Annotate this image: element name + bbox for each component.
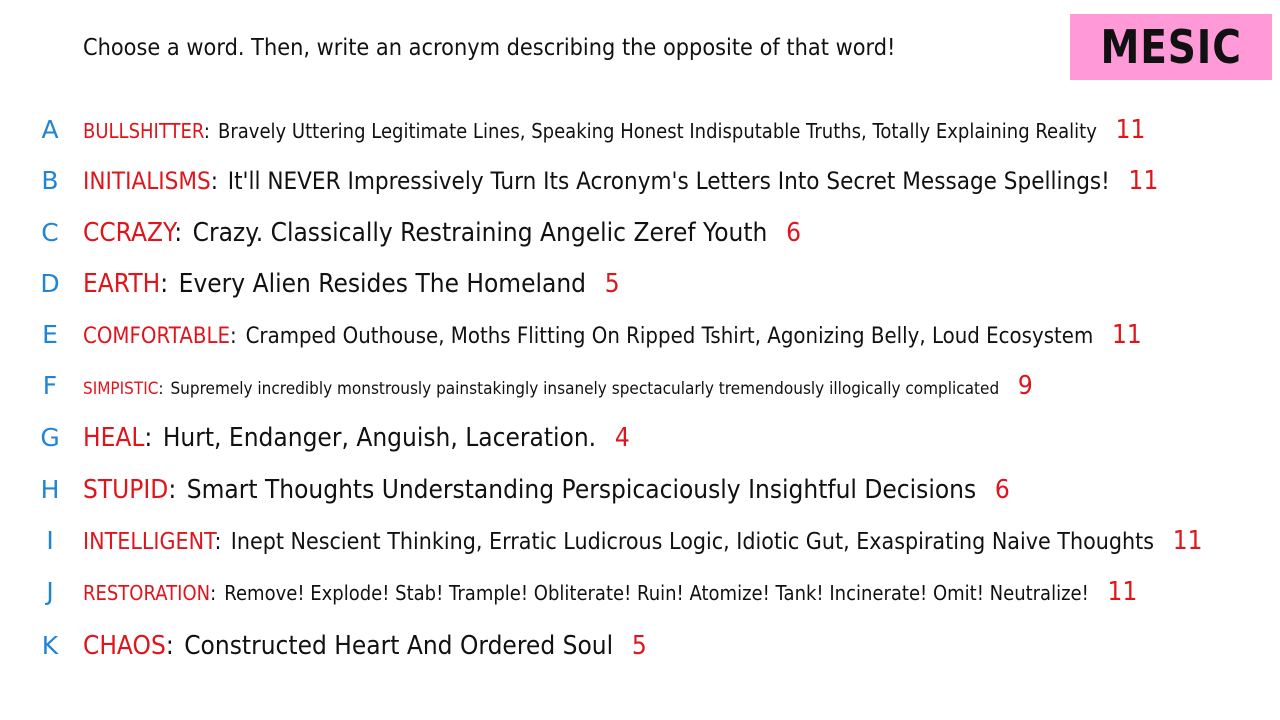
- item-phrase: Crazy. Classically Restraining Angelic Z…: [192, 218, 768, 248]
- badge-word: MESIC: [1100, 20, 1242, 74]
- item-count: 11: [1128, 166, 1159, 196]
- item-phrase: Bravely Uttering Legitimate Lines, Speak…: [218, 119, 1097, 143]
- list-item: E COMFORTABLE: Cramped Outhouse, Moths Fl…: [0, 317, 1280, 353]
- item-letter: D: [40, 269, 60, 298]
- item-entry: SIMPISTIC: Supremely incredibly monstrous…: [83, 368, 1033, 404]
- item-colon: :: [210, 581, 217, 605]
- item-count: 9: [1017, 371, 1033, 401]
- list-item: H STUPID: Smart Thoughts Understanding Pe…: [0, 472, 1280, 508]
- item-colon: :: [214, 529, 222, 555]
- item-count: 5: [631, 631, 647, 661]
- item-entry: COMFORTABLE: Cramped Outhouse, Moths Flit…: [83, 317, 1142, 353]
- item-word: INITIALISMS: [83, 167, 211, 195]
- item-entry: CHAOS: Constructed Heart And Ordered Soul…: [83, 628, 647, 664]
- list-item: K CHAOS: Constructed Heart And Ordered So…: [0, 628, 1280, 664]
- item-word: BULLSHITTER: [83, 119, 204, 143]
- item-count: 11: [1172, 526, 1203, 556]
- item-letter: C: [41, 218, 59, 247]
- item-phrase: Every Alien Resides The Homeland: [178, 269, 587, 299]
- list-item: G HEAL: Hurt, Endanger, Anguish, Lacerati…: [0, 420, 1280, 456]
- item-entry: INITIALISMS: It'll NEVER Impressively Tur…: [83, 163, 1158, 199]
- item-entry: BULLSHITTER: Bravely Uttering Legitimate …: [83, 112, 1145, 148]
- item-letter: F: [42, 371, 58, 400]
- item-letter: H: [40, 475, 60, 504]
- item-count: 6: [786, 218, 802, 248]
- word-badge: MESIC: [1070, 14, 1272, 80]
- item-phrase: It'll NEVER Impressively Turn Its Acrony…: [227, 167, 1110, 195]
- item-entry: CCRAZY: Crazy. Classically Restraining An…: [83, 215, 801, 251]
- item-colon: :: [144, 423, 153, 453]
- item-entry: EARTH: Every Alien Resides The Homeland 5: [83, 266, 620, 302]
- item-word: RESTORATION: [83, 581, 211, 605]
- item-word: STUPID: [83, 475, 169, 505]
- item-letter: A: [41, 115, 59, 144]
- item-letter: K: [41, 631, 59, 660]
- item-colon: :: [174, 218, 183, 248]
- item-colon: :: [165, 631, 174, 661]
- item-letter: B: [41, 166, 59, 195]
- item-phrase: Cramped Outhouse, Moths Flitting On Ripp…: [245, 324, 1094, 349]
- item-phrase: Remove! Explode! Stab! Trample! Oblitera…: [224, 581, 1089, 605]
- item-count: 5: [604, 269, 620, 299]
- list-item: I INTELLIGENT: Inept Nescient Thinking, E…: [0, 523, 1280, 559]
- item-phrase: Inept Nescient Thinking, Erratic Ludicro…: [230, 529, 1155, 555]
- item-colon: :: [203, 119, 210, 143]
- item-word: CHAOS: [83, 631, 166, 661]
- item-phrase: Supremely incredibly monstrously painsta…: [170, 379, 1000, 399]
- item-word: COMFORTABLE: [83, 324, 231, 349]
- item-phrase: Constructed Heart And Ordered Soul: [184, 631, 614, 661]
- item-word: SIMPISTIC: [83, 379, 159, 399]
- list-item: A BULLSHITTER: Bravely Uttering Legitimat…: [0, 112, 1280, 148]
- item-entry: STUPID: Smart Thoughts Understanding Pers…: [83, 472, 1010, 508]
- item-letter: E: [42, 320, 58, 349]
- item-count: 11: [1115, 115, 1146, 145]
- item-entry: INTELLIGENT: Inept Nescient Thinking, Err…: [83, 523, 1203, 559]
- item-letter: I: [46, 526, 54, 555]
- item-phrase: Smart Thoughts Understanding Perspicacio…: [186, 475, 977, 505]
- item-entry: RESTORATION: Remove! Explode! Stab! Tramp…: [83, 574, 1137, 610]
- item-word: INTELLIGENT: [83, 529, 215, 555]
- item-word: CCRAZY: [83, 218, 175, 248]
- item-colon: :: [230, 324, 237, 349]
- item-colon: :: [168, 475, 177, 505]
- item-letter: J: [46, 577, 54, 606]
- item-colon: :: [210, 167, 218, 195]
- item-word: HEAL: [83, 423, 145, 453]
- item-entry: HEAL: Hurt, Endanger, Anguish, Laceration…: [83, 420, 630, 456]
- list-item: B INITIALISMS: It'll NEVER Impressively T…: [0, 163, 1280, 199]
- item-word: EARTH: [83, 269, 161, 299]
- item-colon: :: [160, 269, 169, 299]
- prompt-text: Choose a word. Then, write an acronym de…: [83, 35, 896, 61]
- list-item: C CCRAZY: Crazy. Classically Restraining …: [0, 215, 1280, 251]
- item-colon: :: [158, 379, 164, 399]
- list-item: F SIMPISTIC: Supremely incredibly monstro…: [0, 368, 1280, 404]
- item-count: 4: [614, 423, 630, 453]
- list-item: D EARTH: Every Alien Resides The Homeland…: [0, 266, 1280, 302]
- list-item: J RESTORATION: Remove! Explode! Stab! Tra…: [0, 574, 1280, 610]
- item-letter: G: [40, 423, 60, 452]
- item-count: 11: [1111, 320, 1142, 350]
- item-count: 11: [1107, 577, 1138, 607]
- item-phrase: Hurt, Endanger, Anguish, Laceration.: [162, 423, 597, 453]
- item-count: 6: [994, 475, 1010, 505]
